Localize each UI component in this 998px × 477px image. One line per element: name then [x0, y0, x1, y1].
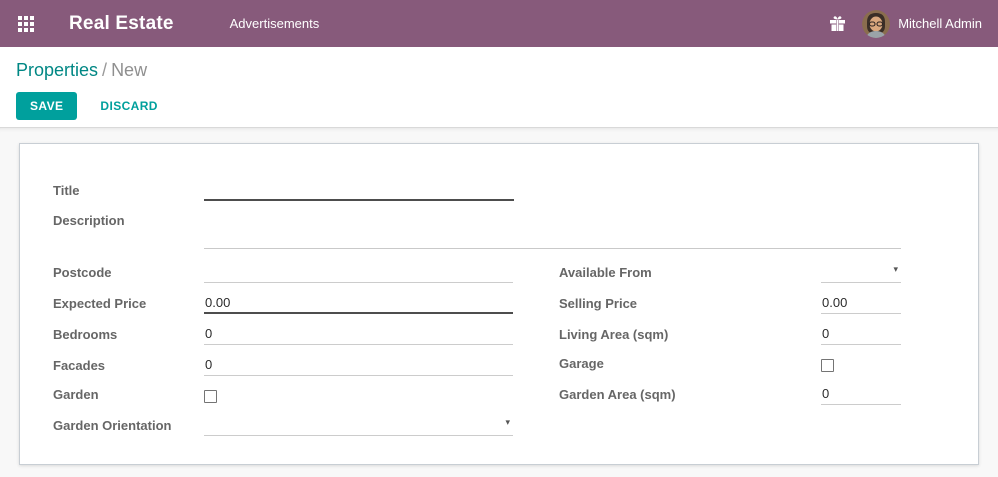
- field-row-garden-orientation: Garden Orientation ▾: [53, 416, 513, 436]
- content-area: Title Description Postcode Expected Pric…: [0, 128, 998, 477]
- field-row-garden: Garden: [53, 387, 513, 405]
- user-avatar[interactable]: [862, 10, 890, 38]
- garden-orientation-label: Garden Orientation: [53, 418, 204, 436]
- breadcrumb-separator: /: [98, 60, 111, 80]
- menu-advertisements[interactable]: Advertisements: [230, 16, 320, 31]
- gift-icon[interactable]: [829, 15, 846, 32]
- garage-checkbox[interactable]: [821, 359, 834, 372]
- field-row-selling-price: Selling Price: [559, 294, 901, 314]
- discard-button[interactable]: DISCARD: [94, 92, 163, 120]
- top-navbar: Real Estate Advertisements Mitchell: [0, 0, 998, 47]
- garden-area-label: Garden Area (sqm): [559, 387, 821, 405]
- breadcrumb: Properties/New: [16, 60, 982, 81]
- bedrooms-label: Bedrooms: [53, 327, 204, 345]
- field-row-description: Description: [53, 212, 978, 249]
- description-label: Description: [53, 212, 204, 231]
- garden-label: Garden: [53, 387, 204, 405]
- field-row-living-area: Living Area (sqm): [559, 325, 901, 345]
- breadcrumb-properties[interactable]: Properties: [16, 60, 98, 80]
- apps-menu-icon[interactable]: [16, 14, 36, 34]
- app-name[interactable]: Real Estate: [69, 13, 174, 35]
- available-from-label: Available From: [559, 265, 821, 283]
- facades-input[interactable]: [204, 357, 513, 376]
- field-row-postcode: Postcode: [53, 263, 513, 283]
- facades-label: Facades: [53, 358, 204, 376]
- title-label: Title: [53, 183, 204, 201]
- postcode-input[interactable]: [204, 264, 513, 283]
- description-input[interactable]: [204, 212, 901, 249]
- expected-price-label: Expected Price: [53, 296, 204, 314]
- field-row-garden-area: Garden Area (sqm): [559, 385, 901, 405]
- save-button[interactable]: SAVE: [16, 92, 77, 120]
- field-row-available-from: Available From ▾: [559, 263, 901, 283]
- bedrooms-input[interactable]: [204, 326, 513, 345]
- field-row-bedrooms: Bedrooms: [53, 325, 513, 345]
- living-area-label: Living Area (sqm): [559, 327, 821, 345]
- expected-price-input[interactable]: [204, 295, 513, 314]
- garden-area-input[interactable]: [821, 386, 901, 405]
- user-name[interactable]: Mitchell Admin: [898, 16, 982, 31]
- grid-icon: [18, 16, 34, 32]
- field-row-garage: Garage: [559, 356, 901, 374]
- form-column-right: Available From ▾ Selling Price Living Ar…: [559, 263, 901, 447]
- field-row-expected-price: Expected Price: [53, 294, 513, 314]
- garden-orientation-select[interactable]: [204, 417, 513, 436]
- field-row-facades: Facades: [53, 356, 513, 376]
- selling-price-input[interactable]: [821, 295, 901, 314]
- form-sheet: Title Description Postcode Expected Pric…: [19, 143, 979, 465]
- available-from-input[interactable]: [821, 264, 901, 283]
- living-area-input[interactable]: [821, 326, 901, 345]
- breadcrumb-current: New: [111, 60, 147, 80]
- title-input[interactable]: [204, 182, 514, 201]
- postcode-label: Postcode: [53, 265, 204, 283]
- garage-label: Garage: [559, 356, 821, 374]
- form-column-left: Postcode Expected Price Bedrooms: [53, 263, 513, 447]
- garden-checkbox[interactable]: [204, 390, 217, 403]
- selling-price-label: Selling Price: [559, 296, 821, 314]
- field-row-title: Title: [53, 181, 978, 201]
- control-panel: Properties/New SAVE DISCARD: [0, 47, 998, 128]
